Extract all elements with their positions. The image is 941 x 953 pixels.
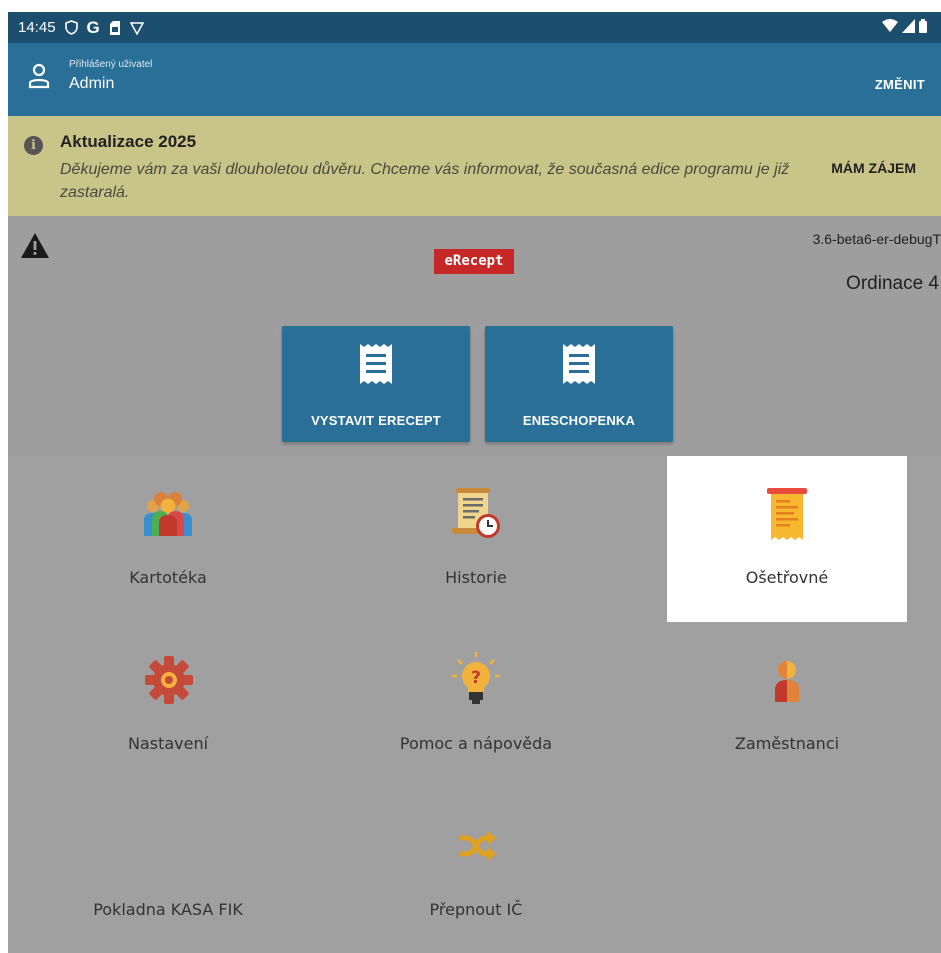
version-label: 3.6-beta6-er-debugT: [812, 231, 941, 247]
google-icon: G: [86, 17, 100, 37]
app-bar: Přihlášený uživatel Admin ZMĚNIT: [8, 43, 941, 116]
issue-erecept-button[interactable]: VYSTAVIT ERECEPT: [282, 326, 470, 442]
menu-prepnout-ic[interactable]: Přepnout IČ: [356, 788, 596, 953]
eneschopenka-label: ENESCHOPENKA: [522, 413, 636, 428]
battery-icon: [919, 19, 927, 33]
interest-button[interactable]: MÁM ZÁJEM: [831, 160, 916, 176]
people-group-icon: [144, 492, 192, 536]
receipt-icon: [360, 344, 392, 384]
status-bar: 14:45 G: [8, 12, 941, 43]
svg-text:?: ?: [471, 668, 481, 688]
menu-pomoc[interactable]: ? Pomoc a nápověda: [356, 622, 596, 788]
update-banner: i Aktualizace 2025 Děkujeme vám za vaši …: [8, 116, 941, 216]
shuffle-icon: [460, 831, 496, 861]
printed-receipt-icon: [767, 488, 807, 540]
status-time: 14:45: [18, 19, 56, 36]
banner-title: Aktualizace 2025: [60, 132, 197, 151]
main-menu: Kartotéka Historie Ošetřovné Nastavení ?…: [8, 456, 941, 953]
menu-kartoteka[interactable]: Kartotéka: [48, 456, 288, 622]
menu-label: Zaměstnanci: [734, 734, 840, 753]
sim-card-icon: [109, 20, 120, 35]
menu-nastaveni[interactable]: Nastavení: [48, 622, 288, 788]
erecept-logo: eRecept: [434, 249, 514, 274]
user-caption: Přihlášený uživatel: [69, 59, 153, 70]
menu-label: Historie: [445, 568, 507, 587]
lightbulb-question-icon: ?: [452, 652, 500, 704]
receipt-icon: [563, 344, 595, 384]
eneschopenka-button[interactable]: ENESCHOPENKA: [485, 326, 673, 442]
history-scroll-icon: [452, 488, 500, 538]
info-icon: i: [24, 136, 43, 155]
ordinace-label: Ordinace 4: [846, 273, 939, 294]
menu-label: Nastavení: [127, 734, 209, 753]
person-icon: [775, 661, 799, 702]
app-screen: 14:45 G Přihlášený uživatel Admin ZMĚNIT…: [8, 12, 941, 953]
menu-label: Pomoc a nápověda: [399, 734, 553, 753]
shield-icon: [64, 20, 78, 35]
menu-pokladna[interactable]: Pokladna KASA FIK: [48, 788, 288, 953]
vpn-icon: [129, 21, 144, 35]
user-name: Admin: [69, 75, 115, 92]
menu-zamestnanci[interactable]: Zaměstnanci: [667, 622, 907, 788]
menu-label: Pokladna KASA FIK: [93, 900, 243, 919]
banner-text: Děkujeme vám za vaši dlouholetou důvěru.…: [60, 161, 790, 201]
signal-icon: [902, 19, 915, 33]
menu-label: Ošetřovné: [745, 568, 829, 587]
menu-historie[interactable]: Historie: [356, 456, 596, 622]
change-user-button[interactable]: ZMĚNIT: [875, 77, 925, 92]
menu-label: Kartotéka: [129, 568, 207, 587]
warning-icon[interactable]: [20, 232, 50, 259]
menu-label: Přepnout IČ: [429, 900, 523, 919]
user-icon: [28, 63, 50, 89]
issue-erecept-label: VYSTAVIT ERECEPT: [311, 413, 441, 428]
wifi-icon: [882, 19, 898, 32]
menu-osetrovne[interactable]: Ošetřovné: [667, 456, 907, 622]
gear-icon: [145, 656, 193, 704]
